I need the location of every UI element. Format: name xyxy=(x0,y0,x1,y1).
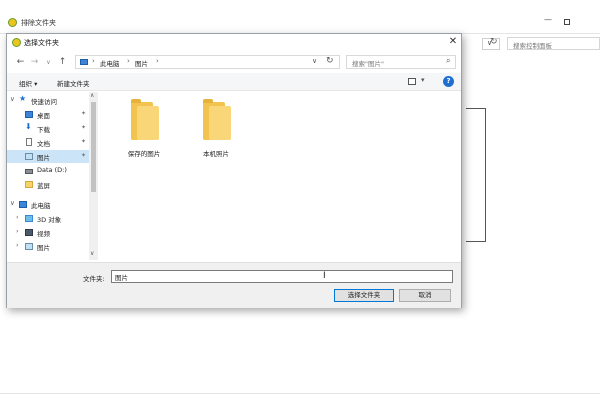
app-icon xyxy=(12,38,21,47)
dialog-titlebar[interactable]: 选择文件夹 ✕ xyxy=(7,34,461,52)
scrollbar-thumb[interactable] xyxy=(91,102,96,192)
view-options-icon[interactable] xyxy=(408,78,416,85)
search-placeholder: 搜索控制面板 xyxy=(513,42,552,50)
star-icon: ★ xyxy=(19,94,27,103)
tree-item-pictures[interactable]: 图片 ✦ xyxy=(7,150,89,163)
command-bar: 组织 ▾ 新建文件夹 ▾ ? xyxy=(7,73,461,91)
navigation-bar: ← → ∨ ↑ › 此电脑 › 图片 › ∨ ↻ 搜索"图片" ⌕ xyxy=(7,53,461,73)
pin-icon: ✦ xyxy=(81,124,87,131)
folder-field-label: 文件夹: xyxy=(83,275,105,283)
navigation-scrollbar[interactable]: ∧ ∨ xyxy=(89,92,98,260)
new-folder-button[interactable]: 新建文件夹 xyxy=(57,78,90,88)
tree-item-3d-objects[interactable]: › 3D 对象 xyxy=(7,212,89,225)
minimize-button[interactable]: — xyxy=(540,15,556,29)
tree-item-label: 文档 xyxy=(37,140,50,148)
folder-icon xyxy=(131,99,161,140)
breadcrumb-separator: › xyxy=(156,57,159,65)
refresh-icon[interactable]: ↻ xyxy=(326,56,334,66)
refresh-icon[interactable]: ↻ xyxy=(490,37,502,49)
download-icon: ⬇ xyxy=(25,122,32,131)
pictures-icon xyxy=(25,243,33,250)
scroll-up-icon[interactable]: ∧ xyxy=(90,92,94,99)
tree-item-label: 图片 xyxy=(37,154,50,162)
document-icon xyxy=(26,138,32,146)
pin-icon: ✦ xyxy=(81,138,87,145)
3d-objects-icon xyxy=(25,215,33,222)
video-icon xyxy=(25,229,33,236)
desktop-icon xyxy=(25,111,33,118)
folder-icon xyxy=(203,99,233,140)
tree-item-label: 快速访问 xyxy=(31,98,57,106)
tree-item-label: 蓝屏 xyxy=(37,182,50,190)
chevron-right-icon[interactable]: › xyxy=(16,227,19,235)
tree-item-blue-screen[interactable]: 蓝屏 xyxy=(7,178,89,191)
navigation-pane: ∨ ★ 快速访问 桌面 ✦ ⬇ 下载 ✦ 文档 ✦ 图片 ✦ Data (D:) xyxy=(7,92,98,260)
select-folder-dialog: 选择文件夹 ✕ ← → ∨ ↑ › 此电脑 › 图片 › ∨ ↻ 搜索"图片" … xyxy=(6,33,462,308)
maximize-button[interactable] xyxy=(560,15,576,29)
breadcrumb-separator: › xyxy=(92,57,95,65)
dialog-footer: 文件夹: I 选择文件夹 取消 xyxy=(7,262,461,308)
scroll-down-icon[interactable]: ∨ xyxy=(90,250,94,257)
text-cursor-icon: I xyxy=(323,271,326,281)
forward-button[interactable]: → xyxy=(29,57,40,68)
pin-icon: ✦ xyxy=(81,152,87,159)
maximize-icon xyxy=(564,19,570,25)
search-placeholder: 搜索"图片" xyxy=(352,60,384,68)
folder-label: 保存的图片 xyxy=(127,150,161,158)
tree-item-label: Data (D:) xyxy=(37,166,67,174)
drive-icon xyxy=(25,169,33,174)
tree-item-label: 3D 对象 xyxy=(37,216,62,224)
tree-item-downloads[interactable]: ⬇ 下载 ✦ xyxy=(7,122,89,135)
tree-item-label: 桌面 xyxy=(37,112,50,120)
chevron-down-icon[interactable]: ∨ xyxy=(10,95,15,103)
address-dropdown-icon[interactable]: ∨ xyxy=(312,57,317,65)
view-dropdown-icon[interactable]: ▾ xyxy=(421,76,425,84)
close-button[interactable]: ✕ xyxy=(447,36,459,48)
tree-item-desktop[interactable]: 桌面 ✦ xyxy=(7,108,89,121)
folder-saved-pictures[interactable]: 保存的图片 xyxy=(119,99,169,166)
tree-item-label: 此电脑 xyxy=(31,202,51,210)
breadcrumb-separator: › xyxy=(127,57,130,65)
tree-item-videos[interactable]: › 视频 xyxy=(7,226,89,239)
cancel-button[interactable]: 取消 xyxy=(399,289,451,302)
chevron-down-icon[interactable]: ∨ xyxy=(10,199,15,207)
background-panel-frame xyxy=(466,108,486,242)
select-folder-button[interactable]: 选择文件夹 xyxy=(334,289,394,302)
folder-icon xyxy=(25,181,33,188)
pc-icon xyxy=(19,201,27,208)
pc-icon xyxy=(80,59,88,65)
help-icon[interactable]: ? xyxy=(443,76,454,87)
control-panel-search-input[interactable]: 搜索控制面板 xyxy=(507,37,600,50)
address-bar[interactable]: › 此电脑 › 图片 › ∨ ↻ xyxy=(75,55,340,69)
tree-item-data-drive[interactable]: Data (D:) xyxy=(7,164,89,177)
folder-content-pane: 保存的图片 本机照片 xyxy=(99,92,461,260)
up-button[interactable]: ↑ xyxy=(57,57,68,68)
background-window-title: 排除文件夹 xyxy=(21,19,56,27)
dialog-title: 选择文件夹 xyxy=(24,39,59,47)
chevron-right-icon[interactable]: › xyxy=(16,241,19,249)
search-icon: ⌕ xyxy=(446,56,451,65)
chevron-right-icon[interactable]: › xyxy=(16,213,19,221)
tree-item-quick-access[interactable]: ∨ ★ 快速访问 xyxy=(7,94,89,107)
pin-icon: ✦ xyxy=(81,110,87,117)
back-button[interactable]: ← xyxy=(15,57,26,68)
folder-label: 本机照片 xyxy=(203,150,229,158)
tree-item-pictures-pc[interactable]: › 图片 xyxy=(7,240,89,253)
pictures-icon xyxy=(25,153,33,160)
tree-item-label: 图片 xyxy=(37,244,50,252)
tree-item-this-pc[interactable]: ∨ 此电脑 xyxy=(7,198,89,211)
app-icon xyxy=(8,18,17,27)
tree-item-documents[interactable]: 文档 ✦ xyxy=(7,136,89,149)
folder-camera-roll[interactable]: 本机照片 xyxy=(191,99,241,166)
breadcrumb-pictures[interactable]: 图片 xyxy=(135,58,148,68)
divider xyxy=(0,393,600,394)
tree-item-label: 下载 xyxy=(37,126,50,134)
search-input[interactable]: 搜索"图片" ⌕ xyxy=(346,55,456,69)
breadcrumb-this-pc[interactable]: 此电脑 xyxy=(100,58,120,68)
folder-name-input[interactable] xyxy=(111,270,453,283)
organize-button[interactable]: 组织 ▾ xyxy=(19,78,37,88)
recent-locations-button[interactable]: ∨ xyxy=(43,57,54,68)
tree-item-label: 视频 xyxy=(37,230,50,238)
